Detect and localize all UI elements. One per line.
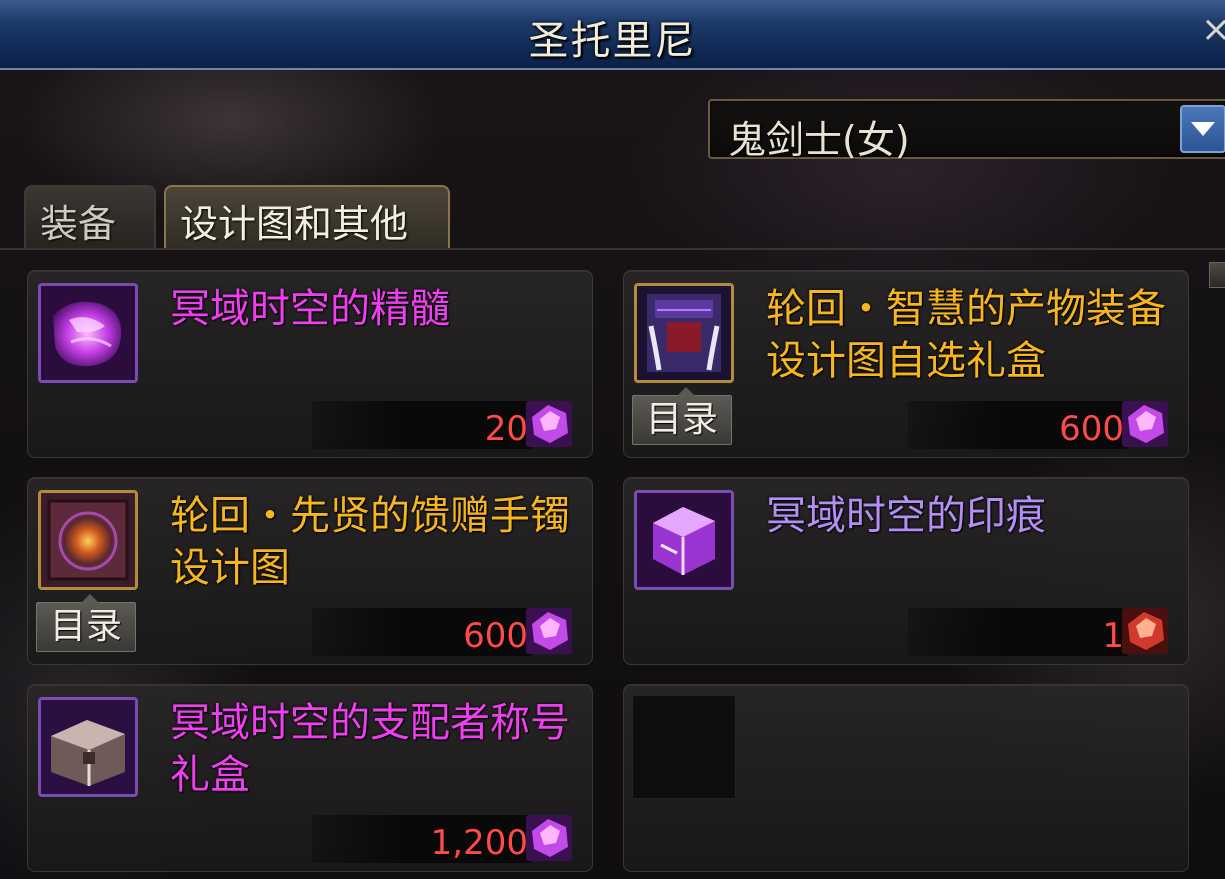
shop-item-card[interactable]: 冥域时空的支配者称号礼盒 1,200 [27,684,593,872]
item-price: 1,200 [430,823,528,863]
shop-item-card[interactable]: 冥域时空的印痕 1 [623,477,1189,665]
shop-item-card[interactable]: 冥域时空的精髓 20 [27,270,593,458]
empty-item-icon-slot [632,695,736,799]
tab-equipment[interactable]: 装备 [24,185,156,249]
price-bar [908,608,1128,656]
item-price: 600 [463,616,528,656]
class-filter-dropdown[interactable]: 鬼剑士(女) [708,99,1225,162]
tab-design-and-other[interactable]: 设计图和其他 [164,185,450,249]
red-crystal-icon [1122,608,1168,654]
chevron-down-icon[interactable] [1180,105,1225,153]
item-name: 冥域时空的支配者称号礼盒 [170,700,570,798]
tab-divider [0,248,1225,250]
purple-essence-icon [38,283,138,383]
catalog-button[interactable]: 目录 [36,594,136,652]
purple-crystal-icon [526,815,572,861]
scrollbar-up-button[interactable] [1209,262,1225,288]
item-price: 600 [1059,409,1124,449]
design-box-icon [634,283,734,383]
shop-item-card[interactable]: 目录 轮回・先贤的馈赠手镯 设计图 600 [27,477,610,665]
purple-cube-icon [634,490,734,590]
shop-item-card[interactable]: 目录 轮回・智慧的产物装备设计图自选礼盒 600 [623,270,1189,458]
class-filter-value: 鬼剑士(女) [728,118,910,162]
purple-crystal-icon [1122,401,1168,447]
window-title: 圣托里尼 [528,18,697,64]
empty-shop-slot [623,684,1189,872]
item-name: 轮回・智慧的产物装备设计图自选礼盒 [766,286,1166,384]
title-bar[interactable]: 圣托里尼 × [0,0,1225,70]
treasure-chest-icon [38,697,138,797]
item-name: 冥域时空的印痕 [766,493,1046,539]
shop-window: 圣托里尼 × 鬼剑士(女) 装备 设计图和其他 冥域时空的精髓 20 目录 轮回… [0,0,1225,879]
catalog-button[interactable]: 目录 [632,387,732,445]
item-name: 冥域时空的精髓 [170,286,450,332]
bracelet-scroll-icon [38,490,138,590]
purple-crystal-icon [526,608,572,654]
item-name: 轮回・先贤的馈赠手镯 设计图 [170,493,610,591]
item-price: 20 [484,409,528,449]
purple-crystal-icon [526,401,572,447]
close-button[interactable]: × [1201,10,1225,50]
item-price: 1 [1102,616,1124,656]
